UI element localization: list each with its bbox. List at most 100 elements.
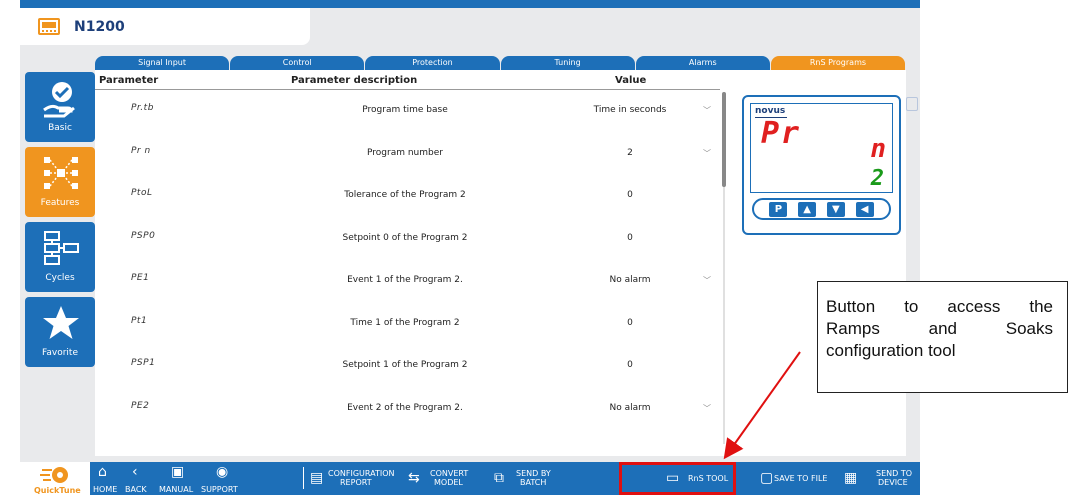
logo-area: QuickTune: [20, 462, 90, 495]
convert-icon: ⇆: [408, 470, 420, 486]
chevron-down-icon[interactable]: ﹀: [703, 105, 711, 116]
tab-alarms[interactable]: Alarms: [635, 56, 770, 70]
parameter-value-input[interactable]: 0: [550, 233, 710, 243]
column-header-value: Value: [615, 75, 647, 86]
tab-control[interactable]: Control: [230, 56, 365, 70]
app-window: N1200 Basic Features Cycles Favorite Sig…: [20, 0, 920, 495]
table-row: Pr n Program number 2 ﹀: [95, 133, 720, 176]
send-by-batch-button[interactable]: ⧉ SEND BY BATCH: [494, 462, 564, 495]
parameter-value-select[interactable]: 2: [550, 148, 710, 158]
parameter-value-select[interactable]: No alarm: [550, 275, 710, 285]
column-header-description: Parameter description: [291, 75, 418, 86]
star-icon: [43, 306, 79, 339]
convert-model-button[interactable]: ⇆ CONVERT MODEL: [408, 462, 478, 495]
parameter-code: PSP1: [131, 358, 156, 368]
parameter-description: Event 1 of the Program 2.: [347, 275, 463, 285]
configuration-report-label-line1: CONFIGURATION: [328, 469, 395, 478]
report-icon: ▤: [310, 470, 324, 486]
callout-line: Button to access the: [826, 297, 1053, 316]
chevron-down-icon[interactable]: ﹀: [703, 148, 711, 159]
rns-tool-highlight: [619, 462, 736, 495]
copy-icon[interactable]: [906, 97, 918, 111]
device-key-p[interactable]: P: [769, 201, 788, 217]
save-to-file-label: SAVE TO FILE: [774, 474, 828, 483]
page-title: N1200: [74, 18, 125, 35]
hand-check-icon: [43, 82, 75, 118]
title-tab: N1200: [20, 8, 310, 45]
tab-signal-input[interactable]: Signal Input: [95, 56, 230, 70]
parameter-code: Pr.tb: [131, 103, 154, 113]
home-label: HOME: [93, 485, 118, 494]
display-top-right: n: [870, 134, 886, 164]
callout-line: Ramps and Soaks: [826, 319, 1053, 338]
device-icon: [38, 18, 60, 35]
chevron-down-icon[interactable]: ﹀: [703, 403, 711, 414]
home-button[interactable]: ⌂ HOME: [90, 462, 120, 495]
parameter-code: PE2: [131, 400, 150, 411]
table-row: PE1 Event 1 of the Program 2. No alarm ﹀: [95, 260, 720, 303]
table-row: PSP1 Setpoint 1 of the Program 2 0: [95, 345, 720, 388]
sidebar-item-basic[interactable]: Basic: [25, 72, 95, 142]
device-keypad: P ▲ ▼ ◀: [752, 198, 891, 220]
parameter-code: Pt1: [131, 315, 148, 326]
batch-icon: ⧉: [494, 470, 504, 486]
support-button[interactable]: ◉ SUPPORT: [198, 462, 244, 495]
parameter-table: Pr.tb Program time base Time in seconds …: [95, 90, 720, 430]
parameter-value-input[interactable]: 0: [550, 190, 710, 200]
send-to-device-button[interactable]: ▦ SEND TO DEVICE: [842, 462, 918, 495]
parameter-description: Tolerance of the Program 2: [344, 190, 466, 200]
tab-protection[interactable]: Protection: [365, 56, 500, 70]
sidebar-item-label: Features: [40, 198, 80, 208]
sidebar-item-label: Favorite: [42, 348, 78, 358]
send-to-device-label-line2: DEVICE: [878, 478, 908, 487]
scrollbar-thumb[interactable]: [722, 92, 726, 187]
send-device-icon: ▦: [844, 470, 858, 486]
device-key-up[interactable]: ▲: [798, 201, 817, 217]
table-row: PSP0 Setpoint 0 of the Program 2 0: [95, 218, 720, 261]
sidebar-item-cycles[interactable]: Cycles: [25, 222, 95, 292]
configuration-report-button[interactable]: ▤ CONFIGURATION REPORT: [310, 462, 400, 495]
table-row: PE2 Event 2 of the Program 2. No alarm ﹀: [95, 388, 720, 431]
parameter-value-select[interactable]: No alarm: [550, 403, 710, 413]
parameter-value-input[interactable]: 0: [550, 318, 710, 328]
column-header-parameter: Parameter: [99, 75, 159, 86]
device-key-back[interactable]: ◀: [855, 201, 874, 217]
parameter-description: Event 2 of the Program 2.: [347, 402, 463, 413]
parameter-value-input[interactable]: 0: [550, 360, 710, 370]
sidebar-item-features[interactable]: Features: [25, 147, 95, 217]
convert-model-label-line2: MODEL: [434, 478, 463, 487]
parameter-code: Pr n: [131, 145, 151, 156]
tab-rns-programs[interactable]: RnS Programs: [770, 56, 906, 70]
sidebar-item-favorite[interactable]: Favorite: [25, 297, 95, 367]
display-bottom: 2: [870, 166, 884, 191]
top-strip: [20, 0, 920, 8]
parameter-value-select[interactable]: Time in seconds: [550, 105, 710, 115]
device-key-down[interactable]: ▼: [826, 201, 845, 217]
annotation-callout: Button to access the Ramps and Soaks con…: [817, 281, 1068, 393]
parameter-code: PSP0: [131, 230, 156, 241]
manual-book-icon: ▣: [171, 464, 185, 480]
parameter-description: Setpoint 0 of the Program 2: [342, 232, 468, 243]
toolbar-separator: [303, 467, 304, 489]
tab-bar: Signal Input Control Protection Tuning A…: [95, 56, 906, 70]
parameter-code: PE1: [131, 273, 150, 283]
manual-button[interactable]: ▣ MANUAL: [156, 462, 196, 495]
device-front-panel: novus Pr n 2 P ▲ ▼ ◀: [742, 95, 901, 235]
quicktune-logo-text: QuickTune: [34, 486, 81, 495]
parameter-description: Setpoint 1 of the Program 2: [342, 360, 468, 370]
tab-tuning[interactable]: Tuning: [500, 56, 635, 70]
send-to-device-label-line1: SEND TO: [876, 469, 913, 478]
back-button[interactable]: ‹ BACK: [122, 462, 152, 495]
callout-line: configuration tool: [826, 341, 956, 360]
convert-model-label-line1: CONVERT: [430, 469, 469, 478]
support-label: SUPPORT: [201, 485, 238, 494]
flowchart-icon: [44, 231, 79, 265]
configuration-report-label-line2: REPORT: [340, 478, 372, 487]
save-to-file-button[interactable]: ▢ SAVE TO FILE: [760, 462, 836, 495]
back-label: BACK: [125, 485, 147, 494]
sidebar: Basic Features Cycles Favorite: [25, 72, 97, 372]
parameter-code: PtoL: [131, 188, 153, 198]
home-icon: ⌂: [98, 464, 107, 480]
chevron-down-icon[interactable]: ﹀: [703, 275, 711, 286]
manual-label: MANUAL: [159, 485, 194, 494]
